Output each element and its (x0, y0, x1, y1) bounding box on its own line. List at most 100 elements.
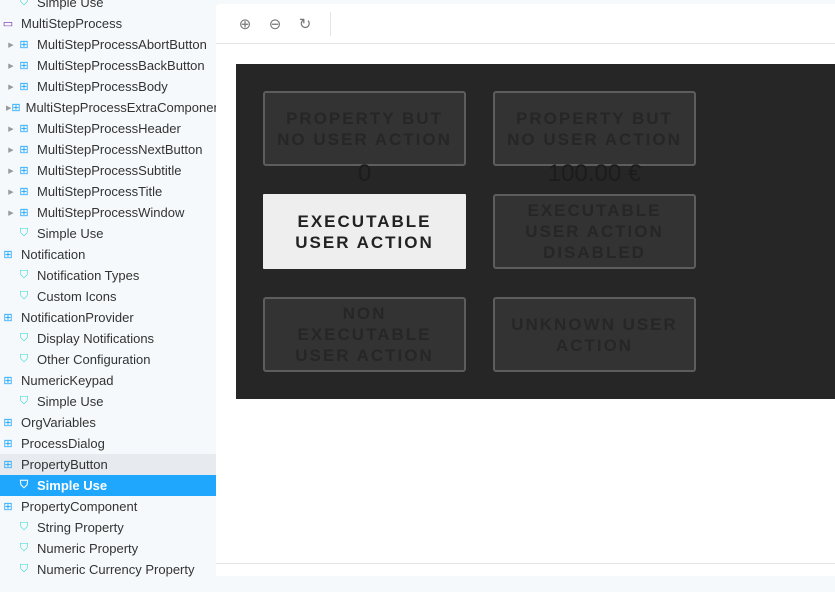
sidebar-item[interactable]: ⛉ String Property (0, 517, 216, 538)
non-executable-action-button[interactable]: NON EXECUTABLE USER ACTION (263, 297, 466, 372)
component-icon: ⊞ (19, 165, 29, 177)
button-label: UNKNOWN USER ACTION (511, 314, 678, 355)
component-icon: ⊞ (3, 438, 13, 450)
sidebar-item-label: PropertyButton (21, 457, 108, 472)
button-label: NON EXECUTABLE USER ACTION (295, 304, 434, 365)
sidebar-item[interactable]: ⛉ Numeric Currency Property (0, 559, 216, 580)
disabled-action-button[interactable]: EXECUTABLE USER ACTION DISABLED (493, 194, 696, 269)
sidebar-tree: ⛉ Simple Use ▭ MultiStepProcess ▶ ⊞ MultiStepP… (0, 0, 216, 592)
expand-arrow-icon[interactable]: ▶ (6, 209, 16, 217)
expand-arrow-icon[interactable]: ▶ (6, 62, 16, 70)
sidebar-item[interactable]: ▶ ⊞ MultiStepProcessWindow (0, 202, 216, 223)
component-icon: ⊞ (3, 417, 13, 429)
button-label: PROPERTY BUT NO USER ACTION (507, 108, 682, 149)
sidebar-item[interactable]: ⊞ NotificationProvider (0, 307, 216, 328)
expand-arrow-icon[interactable]: ▶ (6, 146, 16, 154)
sidebar-item[interactable]: ▶ ⊞ MultiStepProcessTitle (0, 181, 216, 202)
component-icon: ⊞ (19, 60, 29, 72)
sidebar-item-label: Simple Use (37, 478, 108, 493)
story-icon: ⛉ (19, 290, 29, 302)
sidebar-item-label: NotificationProvider (21, 310, 134, 325)
sidebar-item-label: MultiStepProcessSubtitle (37, 163, 182, 178)
sidebar-item-label: MultiStepProcessNextButton (37, 142, 203, 157)
sidebar-item[interactable]: ⊞ ProcessDialog (0, 433, 216, 454)
sidebar-item-label: Custom Icons (37, 289, 117, 304)
story-icon: ⛉ (19, 521, 29, 533)
sidebar-item-label: MultiStepProcessTitle (37, 184, 163, 199)
component-icon: ⊞ (19, 123, 29, 135)
story-icon: ⛉ (19, 542, 29, 554)
sidebar-item-label: Simple Use (37, 0, 104, 10)
sidebar-item-label: Numeric Currency Property (37, 562, 195, 577)
component-icon: ⊞ (3, 249, 13, 261)
sidebar-item-label: MultiStepProcessBackButton (37, 58, 205, 73)
story-icon: ⛉ (19, 563, 29, 575)
component-icon: ⊞ (19, 207, 29, 219)
sidebar-item-label: Notification Types (37, 268, 140, 283)
component-icon: ⊞ (3, 312, 13, 324)
sidebar-item-label: MultiStepProcessWindow (37, 205, 185, 220)
sidebar-item-label: Simple Use (37, 394, 104, 409)
sidebar-item[interactable]: ▶ ⊞ MultiStepProcessBackButton (0, 55, 216, 76)
component-icon: ⊞ (19, 39, 29, 51)
sidebar-item[interactable]: ⊞ Notification (0, 244, 216, 265)
sidebar-item[interactable]: ⛉ Simple Use (0, 223, 216, 244)
property-value: 0 (357, 160, 372, 187)
sidebar-item[interactable]: ▶ ⊞ MultiStepProcessAbortButton (0, 34, 216, 55)
reset-zoom-icon[interactable]: ↻ (290, 15, 320, 33)
sidebar-item[interactable]: ⛉ Display Notifications (0, 328, 216, 349)
story-icon: ⛉ (19, 269, 29, 281)
component-icon: ⊞ (19, 186, 29, 198)
sidebar-item[interactable]: ⊞ PropertyComponent (0, 496, 216, 517)
sidebar-item[interactable]: ⊞ NumericKeypad (0, 370, 216, 391)
expand-arrow-icon[interactable]: ▶ (6, 167, 16, 175)
sidebar-item[interactable]: ▶ ⊞ MultiStepProcessBody (0, 76, 216, 97)
sidebar-item[interactable]: ⛉ Other Configuration (0, 349, 216, 370)
sidebar-item-label: MultiStepProcessExtraComponent (25, 100, 216, 115)
sidebar-item-label: Numeric Property (37, 541, 139, 556)
sidebar-item-label: MultiStepProcess (21, 16, 123, 31)
executable-action-button[interactable]: EXECUTABLE USER ACTION (263, 194, 466, 269)
sidebar-item[interactable]: ▶ ⊞ MultiStepProcessNextButton (0, 139, 216, 160)
sidebar-item-label: String Property (37, 520, 124, 535)
expand-arrow-icon[interactable]: ▶ (6, 188, 16, 196)
story-canvas: PROPERTY BUT NO USER ACTION 0 PROPERTY B… (236, 64, 835, 399)
sidebar-item[interactable]: ⛉ Simple Use (0, 0, 216, 13)
sidebar-item[interactable]: ⛉ Custom Icons (0, 286, 216, 307)
sidebar-item[interactable]: ⊞ OrgVariables (0, 412, 216, 433)
sidebar-item-label: MultiStepProcessAbortButton (37, 37, 207, 52)
component-icon: ⊞ (3, 375, 13, 387)
component-icon: ⊞ (3, 459, 13, 471)
expand-arrow-icon[interactable]: ▶ (6, 41, 16, 49)
sidebar-item[interactable]: ▭ MultiStepProcess (0, 13, 216, 34)
button-label: PROPERTY BUT NO USER ACTION (277, 108, 452, 149)
sidebar-item-label: NumericKeypad (21, 373, 114, 388)
sidebar-item-label: OrgVariables (21, 415, 96, 430)
component-icon: ⊞ (19, 144, 29, 156)
sidebar-item[interactable]: ⛉ Notification Types (0, 265, 216, 286)
property-button-no-action[interactable]: PROPERTY BUT NO USER ACTION (263, 91, 466, 166)
zoom-out-icon[interactable]: ⊖ (260, 15, 290, 33)
sidebar-item[interactable]: ▶ ⊞ MultiStepProcessExtraComponent (0, 97, 216, 118)
story-icon: ⛉ (19, 227, 29, 239)
expand-arrow-icon[interactable]: ▶ (6, 83, 16, 91)
sidebar-item[interactable]: ⛉ Numeric Property (0, 538, 216, 559)
zoom-in-icon[interactable]: ⊕ (230, 15, 260, 33)
sidebar-item[interactable]: ▶ ⊞ MultiStepProcessSubtitle (0, 160, 216, 181)
unknown-action-button[interactable]: UNKNOWN USER ACTION (493, 297, 696, 372)
folder-icon: ▭ (2, 18, 14, 30)
property-button-no-action-currency[interactable]: PROPERTY BUT NO USER ACTION (493, 91, 696, 166)
toolbar-divider (330, 11, 331, 36)
sidebar-item-label: ProcessDialog (21, 436, 105, 451)
story-icon: ⛉ (19, 332, 29, 344)
sidebar-item-label: MultiStepProcessBody (37, 79, 168, 94)
sidebar-item[interactable]: ⛉ Simple Use (0, 391, 216, 412)
sidebar-item[interactable]: ⛉ Simple Use (0, 475, 216, 496)
button-label: EXECUTABLE USER ACTION DISABLED (525, 201, 664, 262)
preview-toolbar: ⊕ ⊖ ↻ (216, 4, 835, 44)
sidebar-item[interactable]: ▶ ⊞ MultiStepProcessHeader (0, 118, 216, 139)
story-icon: ⛉ (19, 479, 29, 491)
expand-arrow-icon[interactable]: ▶ (6, 125, 16, 133)
sidebar-item[interactable]: ⊞ PropertyButton (0, 454, 216, 475)
property-value-currency: 100.00 € (547, 160, 642, 187)
